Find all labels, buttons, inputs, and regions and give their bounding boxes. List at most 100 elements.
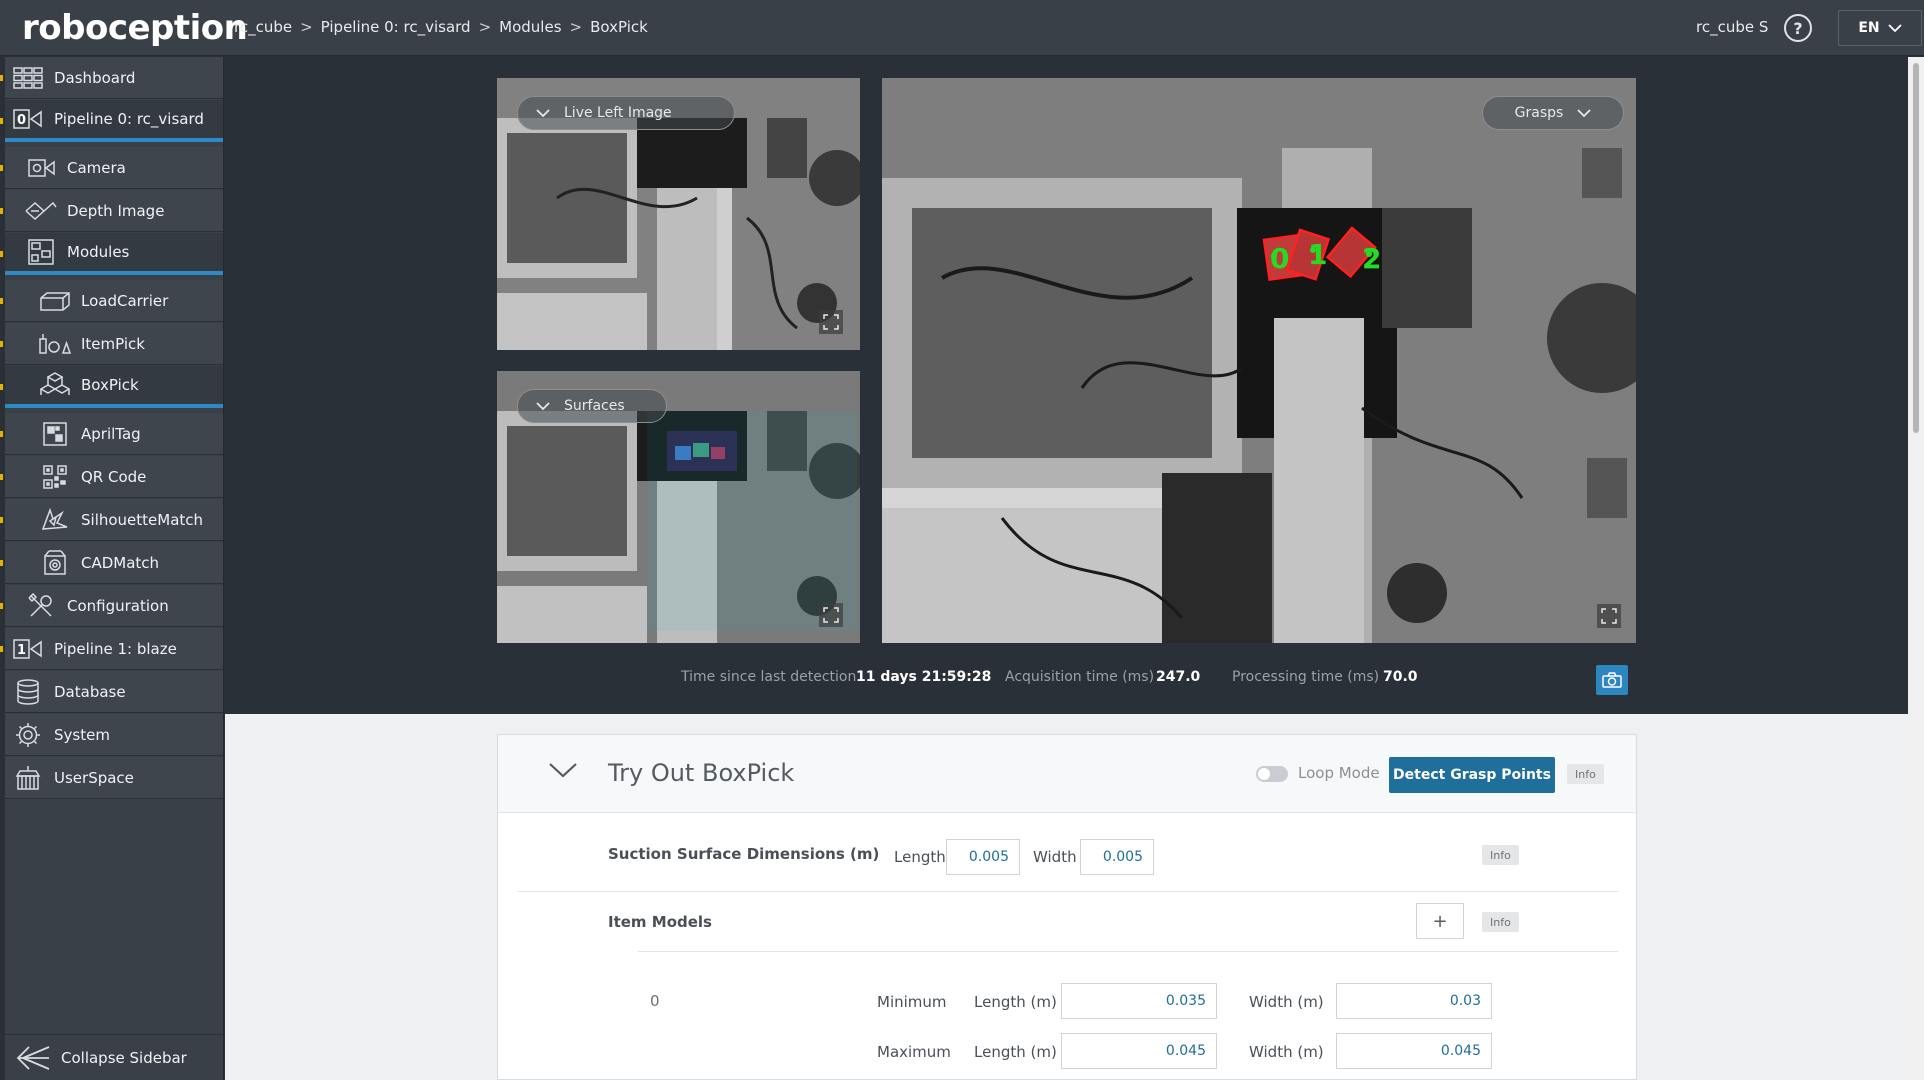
sidebar-item-dashboard[interactable]: Dashboard bbox=[5, 57, 223, 99]
breadcrumb-item[interactable]: Modules bbox=[499, 18, 561, 36]
logo[interactable]: roboception bbox=[22, 8, 248, 48]
status-marker bbox=[0, 341, 3, 347]
image-source-dropdown[interactable]: Live Left Image bbox=[517, 96, 735, 130]
suction-length-field[interactable]: 0.005 bbox=[946, 839, 1020, 875]
expand-button[interactable] bbox=[819, 603, 843, 627]
expand-icon bbox=[823, 314, 839, 330]
max-width-field[interactable]: 0.045 bbox=[1336, 1033, 1492, 1069]
grasps-dropdown[interactable]: Grasps bbox=[1482, 96, 1624, 130]
panel-title: Try Out BoxPick bbox=[608, 759, 795, 787]
dropdown-label: Grasps bbox=[1514, 105, 1564, 121]
sidebar-item-system[interactable]: System bbox=[5, 714, 223, 756]
chevron-down-icon bbox=[1888, 24, 1902, 33]
sidebar-item-qr-code[interactable]: QR Code bbox=[5, 456, 223, 498]
sidebar-item-label: Camera bbox=[67, 158, 126, 177]
sidebar-item-apriltag[interactable]: AprilTag bbox=[5, 413, 223, 455]
status-marker bbox=[0, 431, 3, 437]
chevron-down-icon bbox=[536, 402, 550, 411]
snapshot-button[interactable] bbox=[1596, 665, 1628, 695]
collapse-icon bbox=[16, 1045, 50, 1070]
sidebar-item-silhouettematch[interactable]: SilhouetteMatch bbox=[5, 499, 223, 541]
dashboard-icon bbox=[12, 64, 44, 92]
sidebar-item-label: AprilTag bbox=[81, 424, 141, 443]
silhouette-match-icon bbox=[39, 506, 71, 534]
depth-image-icon bbox=[25, 197, 57, 225]
min-width-field[interactable]: 0.03 bbox=[1336, 983, 1492, 1019]
status-marker bbox=[0, 208, 3, 214]
sidebar-item-cadmatch[interactable]: CADMatch bbox=[5, 542, 223, 584]
gear-icon bbox=[12, 721, 44, 749]
sidebar-item-boxpick[interactable]: BoxPick bbox=[5, 366, 223, 408]
info-button[interactable]: Info bbox=[1482, 912, 1519, 932]
overlay-dropdown[interactable]: Surfaces bbox=[517, 389, 667, 423]
stat-acquisition-value: 247.0 bbox=[1156, 669, 1201, 685]
sidebar-item-pipeline-0[interactable]: 0 Pipeline 0: rc_visard bbox=[5, 100, 223, 142]
expand-button[interactable] bbox=[1597, 604, 1621, 628]
status-marker bbox=[0, 75, 3, 81]
surfaces-image-view[interactable]: Surfaces bbox=[497, 371, 860, 643]
sidebar-item-itempick[interactable]: ItemPick bbox=[5, 323, 223, 365]
grasps-image-view[interactable]: 0 1 2 Grasps bbox=[882, 78, 1636, 643]
breadcrumb-item: BoxPick bbox=[590, 18, 648, 36]
sidebar-item-label: BoxPick bbox=[81, 376, 139, 394]
dropdown-label: Live Left Image bbox=[564, 105, 672, 121]
loop-mode-toggle[interactable] bbox=[1256, 766, 1288, 782]
stat-processing-label: Processing time (ms) bbox=[1232, 669, 1380, 685]
stat-time-value: 11 days 21:59:28 bbox=[856, 669, 992, 685]
breadcrumb-separator: > bbox=[569, 18, 583, 36]
help-button[interactable]: ? bbox=[1784, 14, 1812, 42]
suction-length-label: Length bbox=[894, 848, 946, 866]
sidebar-item-label: QR Code bbox=[81, 467, 147, 486]
scrollbar-thumb[interactable] bbox=[1913, 63, 1919, 433]
collapse-sidebar-button[interactable]: Collapse Sidebar bbox=[5, 1034, 223, 1080]
stat-time-label: Time since last detection bbox=[681, 669, 857, 685]
live-left-image-view[interactable]: Live Left Image bbox=[497, 78, 860, 350]
load-carrier-icon bbox=[39, 287, 71, 315]
status-marker bbox=[0, 560, 3, 566]
breadcrumb-separator: > bbox=[300, 18, 313, 36]
expand-button[interactable] bbox=[819, 310, 843, 334]
max-length-field[interactable]: 0.045 bbox=[1061, 1033, 1217, 1069]
min-length-field[interactable]: 0.035 bbox=[1061, 983, 1217, 1019]
add-item-model-button[interactable]: + bbox=[1416, 903, 1464, 939]
sidebar-item-pipeline-1[interactable]: 1 Pipeline 1: blaze bbox=[5, 628, 223, 670]
status-marker bbox=[0, 251, 3, 257]
chevron-down-icon bbox=[1577, 109, 1591, 118]
chevron-down-icon bbox=[549, 763, 577, 778]
max-width-label: Width (m) bbox=[1249, 1043, 1324, 1061]
detect-grasp-points-button[interactable]: Detect Grasp Points bbox=[1389, 757, 1555, 793]
sidebar-item-camera[interactable]: Camera bbox=[5, 147, 223, 189]
sidebar-item-label: ItemPick bbox=[81, 334, 145, 353]
cad-match-icon bbox=[39, 549, 71, 577]
panel-header: Try Out BoxPick Loop Mode Detect Grasp P… bbox=[498, 735, 1636, 813]
sidebar-item-userspace[interactable]: UserSpace bbox=[5, 757, 223, 799]
sidebar-item-depth-image[interactable]: Depth Image bbox=[5, 190, 223, 232]
sidebar-item-label: CADMatch bbox=[81, 553, 160, 572]
breadcrumb-item[interactable]: Pipeline 0: rc_visard bbox=[321, 18, 471, 36]
sidebar-item-loadcarrier[interactable]: LoadCarrier bbox=[5, 280, 223, 322]
page-scrollbar[interactable] bbox=[1908, 57, 1924, 1080]
dropdown-label: Surfaces bbox=[564, 398, 625, 414]
sidebar-item-configuration[interactable]: Configuration bbox=[5, 585, 223, 627]
sidebar: Dashboard 0 Pipeline 0: rc_visard Camera… bbox=[0, 57, 224, 1080]
sidebar-item-label: Pipeline 1: blaze bbox=[54, 639, 177, 658]
pipeline-0-icon: 0 bbox=[12, 105, 44, 133]
collapse-panel-button[interactable] bbox=[548, 761, 578, 783]
info-button[interactable]: Info bbox=[1567, 764, 1604, 784]
camera-icon bbox=[25, 154, 57, 182]
status-marker bbox=[0, 646, 3, 652]
sidebar-item-label: LoadCarrier bbox=[81, 291, 169, 310]
suction-width-field[interactable]: 0.005 bbox=[1080, 839, 1154, 875]
help-icon: ? bbox=[1793, 18, 1803, 38]
expand-icon bbox=[823, 607, 839, 623]
minimum-label: Minimum bbox=[877, 993, 947, 1011]
language-select[interactable]: EN bbox=[1838, 10, 1922, 46]
item-model-index: 0 bbox=[650, 992, 660, 1010]
breadcrumb-item[interactable]: rc_cube bbox=[234, 18, 292, 36]
sidebar-item-modules[interactable]: Modules bbox=[5, 233, 223, 275]
info-button[interactable]: Info bbox=[1482, 845, 1519, 865]
sidebar-item-database[interactable]: Database bbox=[5, 671, 223, 713]
max-length-label: Length (m) bbox=[974, 1043, 1057, 1061]
item-models-label: Item Models bbox=[608, 913, 712, 931]
sidebar-item-label: System bbox=[54, 725, 110, 744]
